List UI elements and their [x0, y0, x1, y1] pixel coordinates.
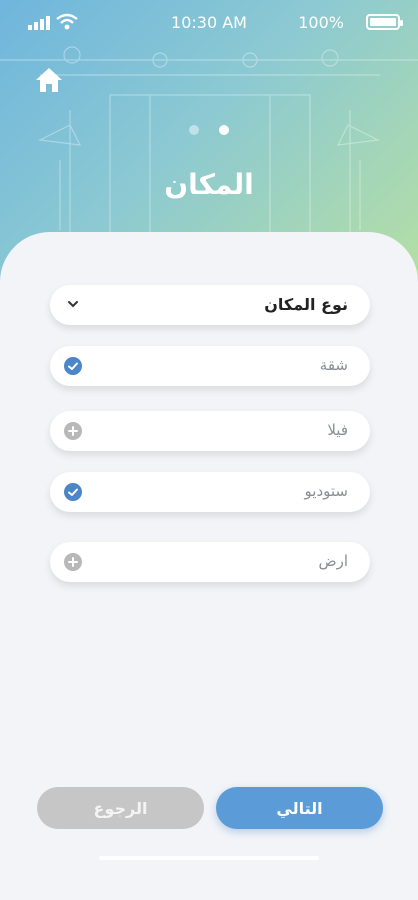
option-label: شقة	[319, 356, 348, 374]
home-indicator	[99, 856, 319, 860]
add-circle-icon[interactable]	[64, 422, 82, 440]
page-dot-1-active	[218, 125, 229, 135]
back-button[interactable]: الرجوع	[37, 787, 204, 829]
page-dot-2	[189, 125, 200, 135]
home-icon[interactable]	[34, 66, 64, 94]
option-villa[interactable]: فيلا	[50, 411, 370, 451]
option-land[interactable]: ارض	[50, 542, 370, 582]
page-title: المكان	[164, 168, 254, 201]
option-label: فيلا	[327, 421, 348, 439]
option-label: ستوديو	[304, 482, 348, 500]
battery-percent: 100%	[298, 13, 344, 32]
next-button[interactable]: التالي	[216, 787, 383, 829]
status-bar: 10:30 AM 100%	[0, 0, 418, 46]
place-type-label: نوع المكان	[264, 295, 348, 314]
status-time: 10:30 AM	[171, 13, 247, 32]
page-indicator	[0, 120, 418, 139]
option-studio[interactable]: ستوديو	[50, 472, 370, 512]
option-apartment[interactable]: شقة	[50, 346, 370, 386]
option-label: ارض	[318, 552, 348, 570]
place-type-select[interactable]: نوع المكان	[50, 285, 370, 325]
chevron-down-icon	[68, 301, 78, 308]
battery-icon	[366, 14, 403, 30]
check-circle-icon[interactable]	[64, 483, 82, 501]
screen: 10:30 AM 100% المكان نوع المكان شقة فيلا	[0, 0, 418, 900]
check-circle-icon[interactable]	[64, 357, 82, 375]
add-circle-icon[interactable]	[64, 553, 82, 571]
